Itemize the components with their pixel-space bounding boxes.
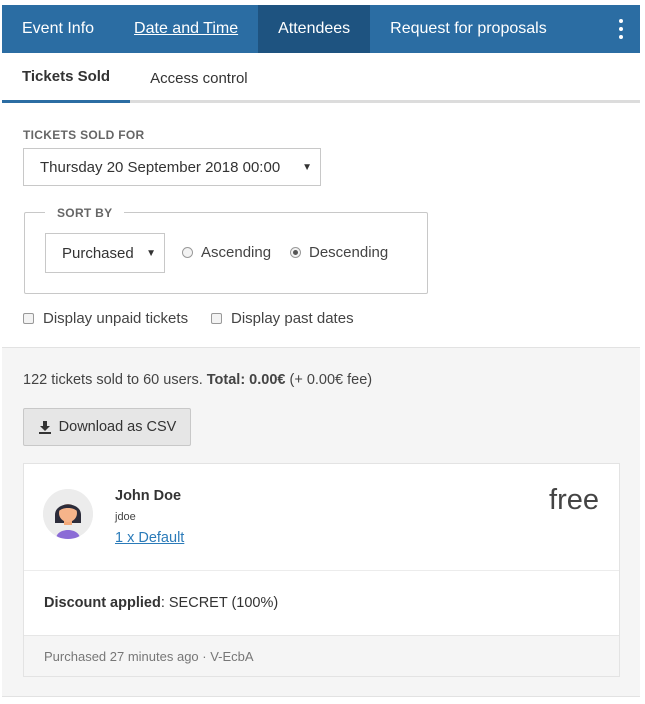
sub-tabs: Tickets Sold Access control	[2, 53, 640, 103]
card-footer: Purchased 27 minutes ago · V-EcbA	[24, 635, 619, 676]
results-panel: 122 tickets sold to 60 users. Total: 0.0…	[2, 347, 640, 697]
tab-date-and-time[interactable]: Date and Time	[114, 5, 258, 53]
descending-label: Descending	[309, 244, 389, 261]
summary-total: Total: 0.00€	[206, 372, 286, 388]
download-csv-button[interactable]: Download as CSV	[23, 408, 191, 446]
top-navigation: Event Info Date and Time Attendees Reque…	[2, 5, 640, 60]
ticket-link[interactable]: 1 x Default	[115, 530, 184, 546]
tab-attendees[interactable]: Attendees	[258, 5, 371, 60]
date-select[interactable]: Thursday 20 September 2018 00:00 ▼	[23, 148, 321, 186]
sort-select[interactable]: Purchased ▼	[45, 233, 165, 273]
checkbox-icon	[211, 313, 222, 324]
tab-label: Event Info	[22, 20, 95, 37]
kebab-menu-icon[interactable]	[602, 5, 640, 53]
unpaid-label: Display unpaid tickets	[43, 310, 189, 327]
caret-down-icon: ▼	[302, 161, 312, 173]
download-icon	[38, 420, 52, 434]
download-label: Download as CSV	[58, 419, 177, 435]
sort-by-label: SORT BY	[45, 206, 125, 220]
radio-icon	[182, 247, 193, 258]
ticket-price: free	[549, 484, 599, 516]
checkbox-icon	[23, 313, 34, 324]
user-avatar-icon	[43, 489, 93, 539]
purchase-meta: Purchased 27 minutes ago · V-EcbA	[44, 649, 254, 664]
tab-label: Date and Time	[134, 20, 239, 37]
subtab-access-control[interactable]: Access control	[130, 53, 268, 103]
summary-text: 122 tickets sold to 60 users.	[23, 372, 207, 388]
discount-info: Discount applied: SECRET (100%)	[44, 595, 278, 611]
filters-panel: TICKETS SOLD FOR Thursday 20 September 2…	[2, 104, 640, 347]
tab-request-for-proposals[interactable]: Request for proposals	[370, 5, 567, 53]
discount-value: : SECRET (100%)	[160, 595, 279, 611]
date-select-value: Thursday 20 September 2018 00:00	[40, 158, 281, 176]
tab-event-info[interactable]: Event Info	[2, 5, 114, 53]
sort-select-value: Purchased	[62, 244, 134, 262]
divider	[2, 696, 640, 697]
subtab-tickets-sold[interactable]: Tickets Sold	[2, 53, 131, 103]
ascending-label: Ascending	[201, 244, 272, 261]
attendee-name: John Doe	[115, 488, 182, 504]
past-dates-label: Display past dates	[231, 310, 354, 327]
summary-fee: (+ 0.00€ fee)	[285, 372, 373, 388]
subtab-label: Access control	[150, 69, 248, 87]
radio-selected-icon	[290, 247, 301, 258]
discount-label: Discount applied	[44, 595, 161, 611]
attendee-card: John Doe jdoe 1 x Default free Discount …	[23, 463, 620, 677]
tab-label: Attendees	[278, 20, 351, 37]
tickets-sold-for-label: TICKETS SOLD FOR	[23, 128, 145, 142]
caret-down-icon: ▼	[146, 247, 156, 259]
sort-ascending-radio[interactable]: Ascending	[182, 244, 271, 261]
sort-by-group: SORT BY Purchased ▼ Ascending Descending	[24, 206, 428, 294]
tab-label: Request for proposals	[390, 20, 547, 37]
subtab-label: Tickets Sold	[22, 68, 111, 85]
display-past-dates-checkbox[interactable]: Display past dates	[211, 310, 354, 327]
tickets-summary: 122 tickets sold to 60 users. Total: 0.0…	[23, 372, 372, 388]
attendee-username: jdoe	[115, 511, 136, 523]
divider	[24, 570, 619, 571]
sort-descending-radio[interactable]: Descending	[290, 244, 388, 261]
display-unpaid-checkbox[interactable]: Display unpaid tickets	[23, 310, 188, 327]
